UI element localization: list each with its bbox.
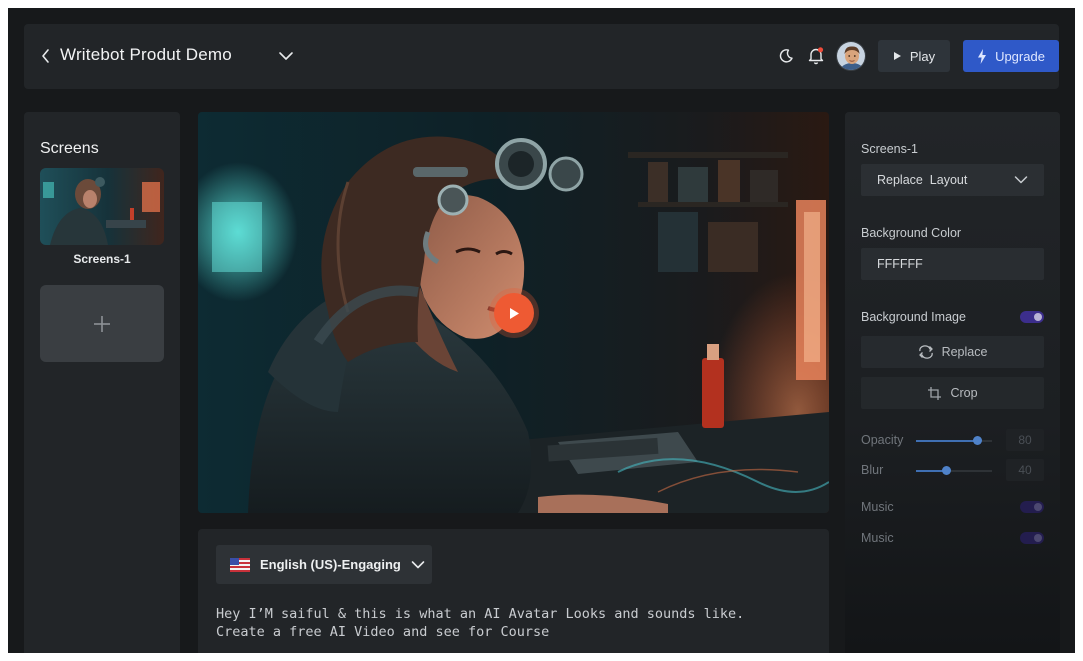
flag-us-icon bbox=[230, 557, 250, 572]
properties-panel: Screens-1 Replace Layout Background Colo… bbox=[845, 112, 1060, 653]
upgrade-button[interactable]: Upgrade bbox=[963, 40, 1059, 72]
screen-thumbnail-label: Screens-1 bbox=[73, 252, 131, 266]
crop-button[interactable]: Crop bbox=[861, 377, 1044, 409]
chevron-down-icon bbox=[411, 560, 425, 568]
play-button-label: Play bbox=[909, 48, 936, 64]
layout-select[interactable]: Replace Layout bbox=[861, 164, 1044, 196]
script-line-2: Create a free AI Video and see for Cours… bbox=[216, 624, 550, 640]
background-image-toggle[interactable] bbox=[1020, 311, 1044, 323]
moon-icon[interactable] bbox=[778, 48, 794, 64]
screens-panel: Screens Screens-1 bbox=[24, 112, 180, 653]
script-line-1: Hey I’M saiful & this is what an AI Avat… bbox=[216, 606, 745, 622]
voice-select-label: English (US)-Engaging bbox=[260, 557, 401, 572]
user-avatar[interactable] bbox=[836, 41, 866, 71]
layout-select-value: Replace Layout bbox=[877, 173, 968, 187]
background-color-value: FFFFFF bbox=[877, 257, 923, 271]
opacity-value[interactable]: 80 bbox=[1006, 429, 1044, 451]
top-bar: Writebot Produt Demo Play Upgrade bbox=[24, 24, 1059, 89]
blur-value[interactable]: 40 bbox=[1006, 459, 1044, 481]
play-icon bbox=[893, 52, 901, 60]
add-screen-button[interactable] bbox=[40, 285, 164, 362]
play-icon bbox=[510, 307, 519, 319]
preview-play-button[interactable] bbox=[494, 293, 534, 333]
script-panel: English (US)-Engaging Hey I’M saiful & t… bbox=[198, 529, 829, 653]
video-preview[interactable] bbox=[198, 112, 829, 513]
upgrade-button-label: Upgrade bbox=[995, 48, 1045, 64]
bell-icon[interactable] bbox=[807, 46, 825, 65]
script-textarea[interactable]: Hey I’M saiful & this is what an AI Avat… bbox=[216, 605, 816, 641]
voice-select[interactable]: English (US)-Engaging bbox=[216, 545, 432, 584]
crop-button-label: Crop bbox=[950, 386, 978, 400]
lightning-icon bbox=[978, 48, 987, 64]
play-button[interactable]: Play bbox=[878, 40, 950, 72]
replace-button-label: Replace bbox=[941, 345, 988, 359]
avatar-image bbox=[837, 42, 865, 70]
replace-button[interactable]: Replace bbox=[861, 336, 1044, 368]
blur-slider[interactable] bbox=[916, 466, 992, 475]
opacity-slider-knob[interactable] bbox=[972, 436, 982, 445]
crop-icon bbox=[928, 386, 942, 400]
music-label-2: Music bbox=[861, 531, 894, 545]
chevron-down-icon bbox=[1014, 176, 1028, 184]
screens-heading: Screens bbox=[40, 140, 99, 157]
screen-thumbnail[interactable] bbox=[40, 168, 164, 245]
back-chevron-icon[interactable] bbox=[40, 47, 52, 65]
background-color-input[interactable]: FFFFFF bbox=[861, 248, 1044, 280]
opacity-slider-fill bbox=[916, 440, 977, 442]
app-window: Writebot Produt Demo Play Upgrade Screen… bbox=[8, 8, 1075, 653]
replace-icon bbox=[918, 345, 933, 359]
music-label-1: Music bbox=[861, 500, 894, 514]
plus-icon bbox=[94, 315, 110, 332]
blur-label: Blur bbox=[861, 463, 884, 477]
opacity-slider[interactable] bbox=[916, 436, 992, 445]
music-toggle-2[interactable] bbox=[1020, 532, 1044, 544]
music-toggle-1[interactable] bbox=[1020, 501, 1044, 513]
opacity-label: Opacity bbox=[861, 433, 904, 447]
blur-slider-knob[interactable] bbox=[942, 466, 952, 475]
screen-thumbnail-image bbox=[40, 168, 164, 245]
project-title: Writebot Produt Demo bbox=[60, 45, 232, 64]
background-image-label: Background Image bbox=[861, 310, 966, 324]
background-color-label: Background Color bbox=[861, 226, 962, 240]
screen-properties-title: Screens-1 bbox=[861, 142, 918, 156]
chevron-down-icon[interactable] bbox=[278, 48, 294, 64]
